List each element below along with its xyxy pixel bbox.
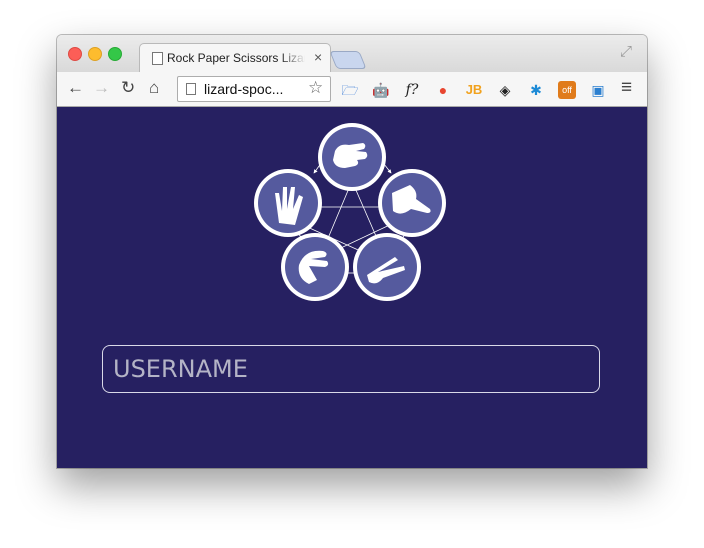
rpsls-logo	[254, 123, 446, 301]
off-extension-icon[interactable]: off	[558, 81, 576, 99]
minimize-window-button[interactable]	[88, 47, 102, 61]
document-icon	[152, 52, 163, 65]
browser-window: Rock Paper Scissors Lizard × ⤢ ← → ↻ ⌂ l…	[57, 35, 647, 468]
username-input[interactable]	[102, 345, 600, 393]
home-icon[interactable]: ⌂	[149, 77, 159, 99]
zoom-window-button[interactable]	[108, 47, 122, 61]
tab-close-icon[interactable]: ×	[314, 49, 322, 65]
screenshot-extension-icon[interactable]: ▣	[589, 81, 607, 99]
menu-icon[interactable]: ≡	[621, 77, 632, 99]
address-bar[interactable]: lizard-spoc... ☆	[177, 76, 331, 102]
fullscreen-icon[interactable]: ⤢	[620, 43, 632, 60]
red-stop-extension-icon[interactable]: ●	[434, 81, 452, 99]
rock-gesture	[318, 123, 386, 191]
page-icon	[186, 83, 196, 95]
new-tab-button[interactable]	[329, 51, 367, 69]
browser-toolbar: ← → ↻ ⌂ lizard-spoc... ☆ ≡ 🗁 🤖 f? ● JB ◈ ✱ off ▣	[57, 72, 647, 107]
robot-extension-icon[interactable]: 🤖	[372, 81, 390, 99]
forward-arrow-icon[interactable]: →	[93, 77, 110, 99]
spock-gesture	[254, 169, 322, 237]
lizard-gesture	[281, 233, 349, 301]
bookmark-star-icon[interactable]: ☆	[308, 78, 323, 98]
layers-extension-icon[interactable]: ◈	[496, 81, 514, 99]
page-content	[57, 107, 647, 468]
font-question-extension-icon[interactable]: f?	[403, 81, 421, 99]
url-text: lizard-spoc...	[204, 81, 284, 97]
reload-icon[interactable]: ↻	[121, 77, 135, 99]
back-arrow-icon[interactable]: ←	[67, 77, 84, 99]
browser-tab[interactable]: Rock Paper Scissors Lizard ×	[139, 43, 331, 73]
bug-extension-icon[interactable]: ✱	[527, 81, 545, 99]
close-window-button[interactable]	[68, 47, 82, 61]
title-bar: Rock Paper Scissors Lizard × ⤢	[57, 35, 647, 73]
paper-gesture	[378, 169, 446, 237]
scissors-gesture	[353, 233, 421, 301]
folder-extension-icon[interactable]: 🗁	[341, 81, 359, 99]
jb-extension-icon[interactable]: JB	[465, 81, 483, 99]
